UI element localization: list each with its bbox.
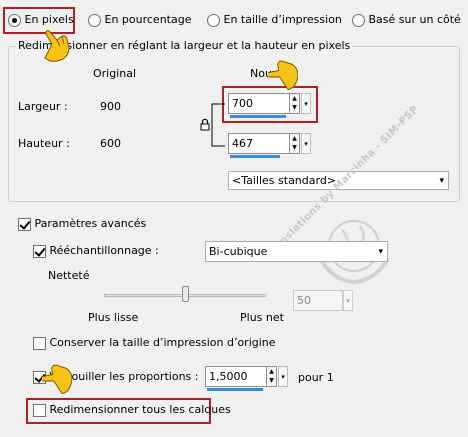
radio-base-sur-un-cote[interactable]: Basé sur un côté — [352, 13, 461, 27]
ratio-stepper[interactable]: 1,5000 ▲ ▼ ▾ — [205, 366, 289, 391]
pointing-hand-icon — [44, 30, 70, 62]
spin-arrows-icon[interactable]: ▲ ▼ — [290, 133, 300, 154]
radio-label: En pixels — [24, 13, 74, 26]
radio-en-pourcentage[interactable]: En pourcentage — [88, 13, 191, 27]
slider-max-label: Plus net — [240, 311, 284, 324]
resampling-method-select[interactable]: Bi-cubique ▾ — [205, 241, 388, 262]
ratio-progress-line — [207, 388, 263, 391]
height-progress-line — [230, 155, 280, 158]
sharpness-label: Netteté — [48, 269, 90, 282]
ratio-input[interactable]: 1,5000 — [205, 366, 267, 387]
pointing-hand-icon — [268, 60, 298, 90]
width-new-stepper[interactable]: 700 ▲ ▼ ▾ — [228, 93, 312, 118]
advanced-settings-checkbox[interactable]: Paramètres avancés — [18, 217, 146, 231]
width-progress-line — [230, 115, 286, 118]
checkbox-box[interactable] — [18, 217, 31, 231]
chevron-down-icon: ▾ — [343, 290, 353, 311]
height-original-value: 600 — [100, 137, 121, 150]
standard-sizes-value: <Tailles standard> — [232, 174, 337, 187]
checkbox-box[interactable] — [33, 336, 46, 350]
lock-icon[interactable] — [200, 118, 210, 131]
pointing-hand-icon — [42, 364, 72, 394]
checkbox-label: Rééchantillonnage : — [49, 244, 159, 257]
chevron-down-icon[interactable]: ▾ — [278, 366, 288, 387]
spin-arrows-icon[interactable]: ▲ ▼ — [267, 366, 277, 387]
slider-thumb[interactable] — [181, 286, 189, 302]
slider-min-label: Plus lisse — [88, 311, 139, 324]
lock-bracket — [211, 103, 225, 147]
width-label: Largeur : — [18, 100, 68, 113]
height-new-input[interactable]: 467 — [228, 133, 290, 154]
checkbox-box[interactable] — [33, 403, 46, 417]
radio-button[interactable] — [352, 13, 365, 27]
chevron-down-icon: ▾ — [439, 175, 444, 186]
resampling-method-value: Bi-cubique — [209, 245, 268, 258]
checkbox-box[interactable] — [33, 244, 46, 258]
chevron-down-icon[interactable]: ▾ — [301, 93, 311, 114]
radio-en-taille-impression[interactable]: En taille d’impression — [207, 13, 342, 27]
radio-label: Basé sur un côté — [368, 13, 461, 26]
chevron-down-icon[interactable]: ▾ — [301, 133, 311, 154]
radio-button[interactable] — [207, 13, 220, 27]
radio-button[interactable] — [88, 13, 101, 27]
radio-label: En taille d’impression — [223, 13, 342, 26]
radio-label: En pourcentage — [104, 13, 192, 26]
chevron-down-icon: ▾ — [378, 246, 383, 257]
column-original-header: Original — [93, 67, 137, 80]
height-new-stepper[interactable]: 467 ▲ ▼ ▾ — [228, 133, 312, 158]
sharpness-input: 50 — [293, 290, 343, 311]
checkbox-label: Conserver la taille d’impression d’origi… — [49, 336, 276, 349]
spin-arrows-icon[interactable]: ▲ ▼ — [290, 93, 300, 114]
keep-print-size-checkbox[interactable]: Conserver la taille d’impression d’origi… — [33, 336, 276, 350]
resize-all-layers-checkbox[interactable]: Redimensionner tous les calques — [33, 403, 231, 417]
ratio-suffix: pour 1 — [298, 371, 334, 384]
checkbox-label: Redimensionner tous les calques — [49, 403, 231, 416]
resampling-checkbox[interactable]: Rééchantillonnage : — [33, 244, 159, 258]
width-new-input[interactable]: 700 — [228, 93, 290, 114]
radio-button[interactable] — [8, 13, 21, 27]
height-label: Hauteur : — [18, 137, 70, 150]
sharpness-slider[interactable] — [104, 286, 266, 306]
width-original-value: 900 — [100, 100, 121, 113]
sharpness-stepper: 50 ▾ — [293, 290, 353, 311]
radio-en-pixels[interactable]: En pixels — [8, 13, 74, 27]
checkbox-label: Paramètres avancés — [34, 217, 147, 230]
